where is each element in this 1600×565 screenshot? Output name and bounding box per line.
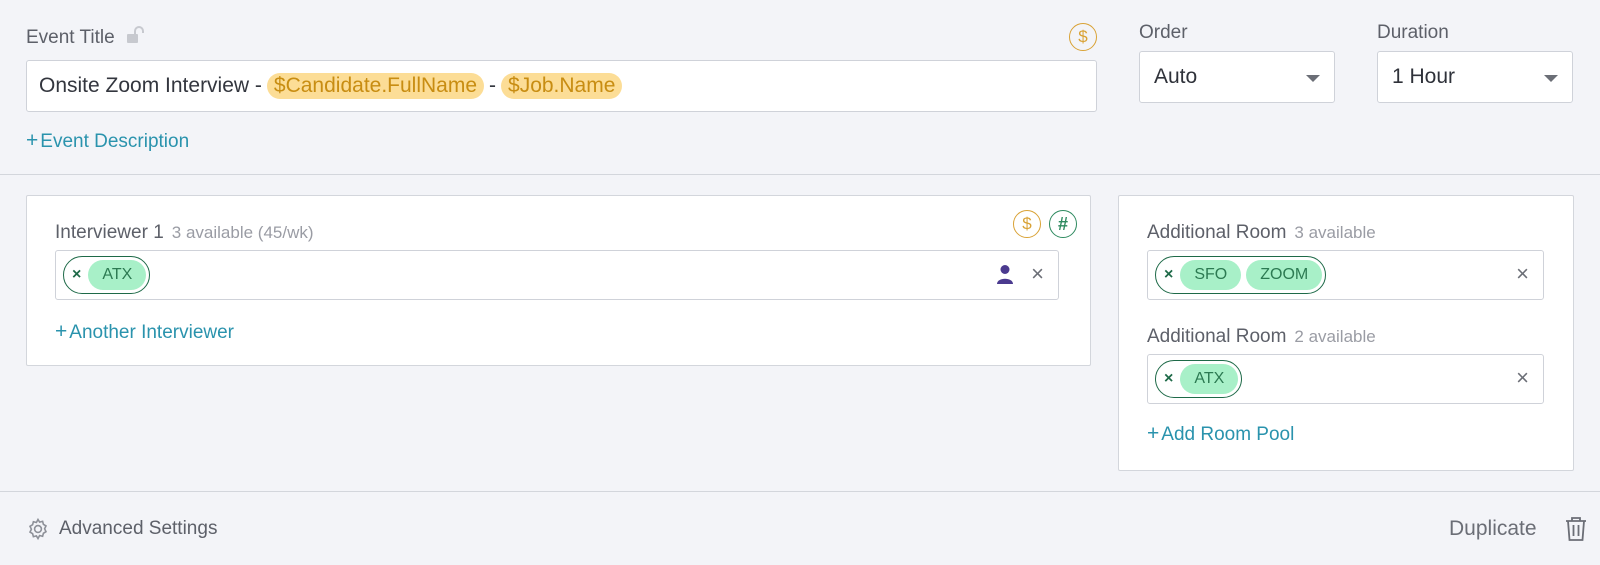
order-label: Order xyxy=(1139,22,1188,43)
tag-group: × ATX xyxy=(1155,360,1243,398)
insert-variable-icon[interactable]: $ xyxy=(1069,23,1097,51)
duration-value: 1 Hour xyxy=(1392,65,1456,88)
duplicate-button[interactable]: Duplicate xyxy=(1449,517,1537,541)
interviewer-tag-input[interactable]: × ATX × xyxy=(55,250,1059,300)
room-tag-input[interactable]: × SFO ZOOM × xyxy=(1147,250,1544,300)
room-availability: 3 available xyxy=(1294,223,1376,242)
chevron-down-icon xyxy=(1306,75,1320,82)
event-title-input[interactable]: Onsite Zoom Interview - $Candidate.FullN… xyxy=(26,60,1097,112)
tag-chip: ATX xyxy=(1180,364,1239,394)
rooms-card: Additional Room 3 available × SFO ZOOM × … xyxy=(1118,195,1574,471)
advanced-settings-button[interactable]: Advanced Settings xyxy=(26,517,217,541)
tag-chip: ATX xyxy=(88,260,147,290)
interviewer-card: Interviewer 13 available (45/wk) $ # × A… xyxy=(26,195,1091,366)
tag-chip: SFO xyxy=(1180,260,1242,290)
interviewer-label: Interviewer 13 available (45/wk) xyxy=(55,222,314,243)
room-label: Additional Room 3 available xyxy=(1147,222,1376,243)
trash-icon[interactable] xyxy=(1564,516,1588,547)
event-title-label: Event Title xyxy=(26,26,146,50)
chevron-down-icon xyxy=(1544,75,1558,82)
person-icon[interactable] xyxy=(996,264,1014,289)
title-prefix-text: Onsite Zoom Interview - xyxy=(39,74,262,97)
duration-label: Duration xyxy=(1377,22,1449,43)
clear-input-button[interactable]: × xyxy=(1516,263,1529,285)
section-divider xyxy=(0,174,1600,175)
add-room-pool-link[interactable]: + Add Room Pool xyxy=(1147,422,1294,446)
advanced-settings-label: Advanced Settings xyxy=(59,518,218,539)
remove-tag-group-button[interactable]: × xyxy=(1164,267,1173,283)
plus-icon: + xyxy=(26,129,39,152)
remove-tag-group-button[interactable]: × xyxy=(72,267,81,283)
clear-input-button[interactable]: × xyxy=(1031,263,1044,285)
tag-group: × ATX xyxy=(63,256,151,294)
room-label: Additional Room 2 available xyxy=(1147,326,1376,347)
tag-chip: ZOOM xyxy=(1246,260,1323,290)
gear-icon xyxy=(26,517,50,541)
insert-variable-icon[interactable]: $ xyxy=(1013,210,1041,238)
lock-open-icon[interactable] xyxy=(126,26,146,50)
room-tag-input[interactable]: × ATX × xyxy=(1147,354,1544,404)
tag-group: × SFO ZOOM xyxy=(1155,256,1327,294)
order-select[interactable]: Auto xyxy=(1139,51,1335,103)
order-value: Auto xyxy=(1154,65,1198,88)
clear-input-button[interactable]: × xyxy=(1516,367,1529,389)
plus-icon: + xyxy=(55,320,68,343)
room-availability: 2 available xyxy=(1294,327,1376,346)
interviewer-availability: 3 available (45/wk) xyxy=(171,223,314,242)
variable-token-candidate[interactable]: $Candidate.FullName xyxy=(266,73,485,99)
plus-icon: + xyxy=(1147,422,1160,445)
event-description-link[interactable]: + Event Description xyxy=(26,129,189,153)
remove-tag-group-button[interactable]: × xyxy=(1164,371,1173,387)
hash-icon[interactable]: # xyxy=(1049,210,1077,238)
footer-divider xyxy=(0,491,1600,492)
duration-select[interactable]: 1 Hour xyxy=(1377,51,1573,103)
add-interviewer-link[interactable]: + Another Interviewer xyxy=(55,320,234,344)
title-separator-text: - xyxy=(489,74,497,97)
variable-token-job[interactable]: $Job.Name xyxy=(501,73,623,99)
